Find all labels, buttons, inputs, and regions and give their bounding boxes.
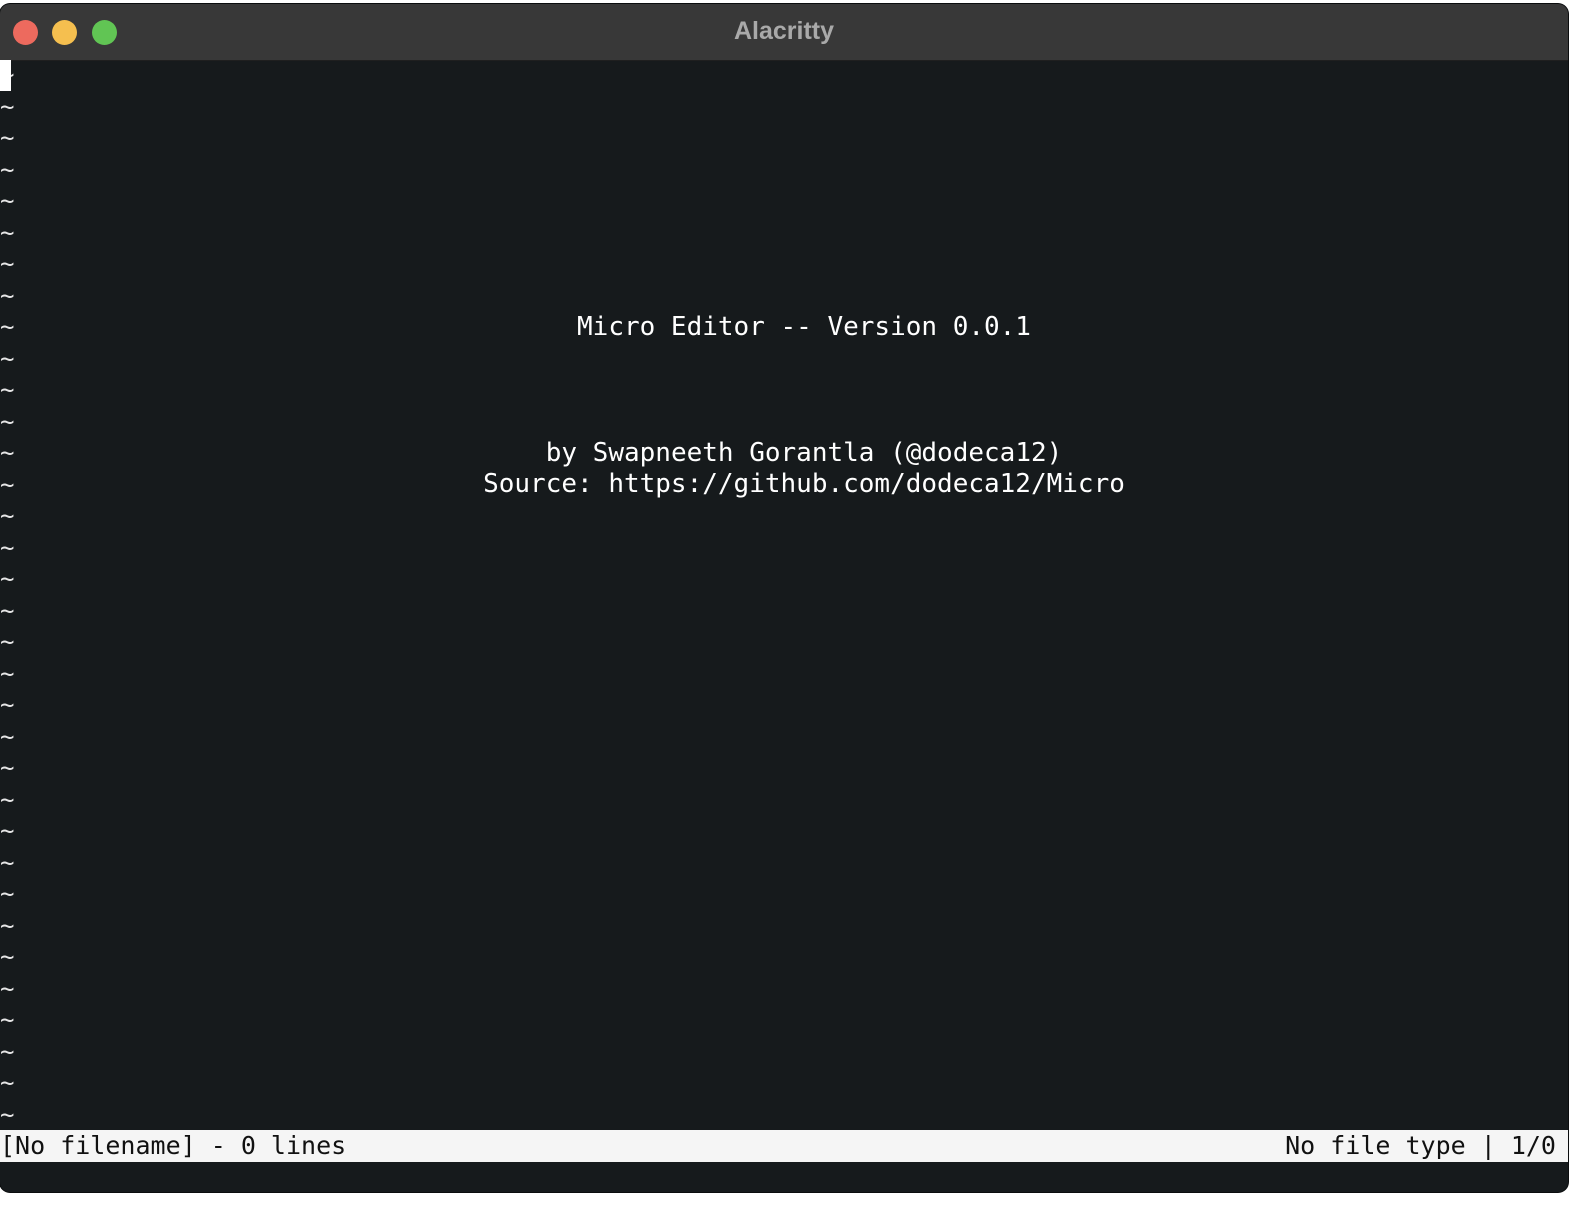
status-file-info: [No filename] - 0 lines xyxy=(0,1131,347,1160)
welcome-source: Source: https://github.com/dodeca12/Micr… xyxy=(483,469,1125,499)
empty-line-marker: ~ xyxy=(0,124,15,152)
empty-line-marker: ~ xyxy=(0,155,15,184)
empty-line-marker: ~ xyxy=(0,596,15,625)
welcome-author: by Swapneeth Gorantla (@dodeca12) xyxy=(545,438,1063,468)
empty-line-marker: ~ xyxy=(0,848,15,877)
empty-line-marker: ~ xyxy=(0,344,15,373)
window-title: Alacritty xyxy=(733,17,835,45)
empty-line-marker: ~ xyxy=(0,659,15,688)
text-cursor xyxy=(0,60,11,91)
empty-line-marker: ~ xyxy=(0,1006,15,1034)
empty-line-marker: ~ xyxy=(0,407,15,436)
empty-line-marker: ~ xyxy=(0,1069,15,1097)
empty-line-marker: ~ xyxy=(0,376,15,404)
welcome-title: Micro Editor -- Version 0.0.1 xyxy=(577,312,1031,342)
empty-line-marker: ~ xyxy=(0,943,15,971)
empty-line-marker: ~ xyxy=(0,218,15,247)
empty-line-marker: ~ xyxy=(0,502,15,530)
empty-line-marker: ~ xyxy=(0,817,15,845)
status-bar: [No filename] - 0 lines No file type | 1… xyxy=(0,1130,1568,1162)
empty-line-marker: ~ xyxy=(0,187,15,215)
empty-line-marker: ~ xyxy=(0,281,15,310)
empty-line-marker: ~ xyxy=(0,880,15,908)
empty-line-marker: ~ xyxy=(0,785,15,814)
empty-line-marker: ~ xyxy=(0,1037,15,1066)
terminal-window: Alacritty ~ ~ ~ ~ ~ ~ ~ ~ ~ ~ ~ ~ ~ ~ ~ ~ ~ ~ ~ ~ ~ ~ ~ ~ ~ ~ ~ ~ ~ ~… xyxy=(0,4,1568,1192)
title-bar[interactable]: Alacritty xyxy=(0,4,1568,61)
empty-line-marker: ~ xyxy=(0,911,15,940)
empty-line-marker: ~ xyxy=(0,565,15,593)
status-position-info: No file type | 1/0 xyxy=(1285,1131,1556,1160)
empty-line-marker: ~ xyxy=(0,250,15,278)
empty-line-marker: ~ xyxy=(0,974,15,1003)
empty-line-marker: ~ xyxy=(0,691,15,719)
empty-line-marker: ~ xyxy=(0,92,15,121)
empty-line-marker: ~ xyxy=(0,628,15,656)
editor-area[interactable]: ~~~~~~~~~~~~~~~~~~~~~~~~~~~~~~~~~~ Micro… xyxy=(0,60,1568,1192)
empty-line-marker: ~ xyxy=(0,754,15,782)
empty-line-marker: ~ xyxy=(0,1100,15,1129)
empty-line-marker: ~ xyxy=(0,533,15,562)
empty-line-marker: ~ xyxy=(0,722,15,751)
